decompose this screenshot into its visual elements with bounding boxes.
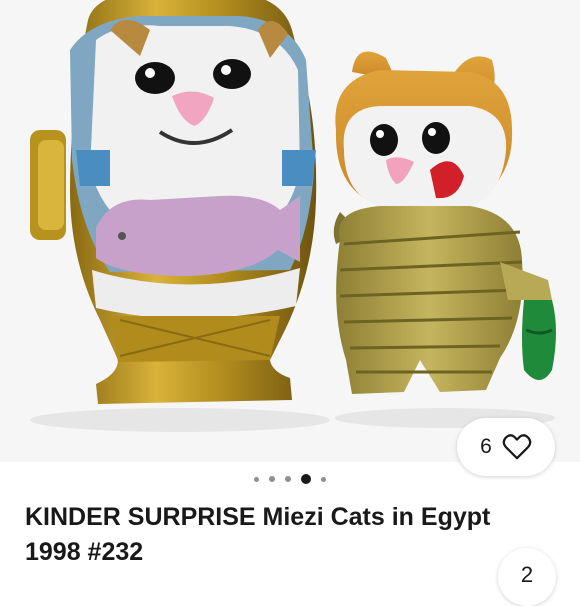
toy-figures-image: [0, 0, 580, 462]
pagination-dot[interactable]: [285, 476, 291, 482]
like-count: 6: [480, 435, 492, 458]
pagination-dot[interactable]: [269, 476, 275, 482]
pagination-dot-active[interactable]: [301, 474, 311, 484]
heart-icon: [502, 434, 532, 460]
pagination-dot[interactable]: [321, 476, 326, 482]
like-button[interactable]: 6: [457, 418, 555, 476]
partial-button-label: 2: [520, 562, 534, 587]
listing-photo[interactable]: [0, 0, 580, 462]
image-pagination-dots: [0, 474, 580, 484]
listing-title: KINDER SURPRISE Miezi Cats in Egypt 1998…: [25, 503, 491, 566]
partial-round-button[interactable]: 2: [498, 548, 556, 606]
pagination-dot[interactable]: [254, 476, 259, 482]
